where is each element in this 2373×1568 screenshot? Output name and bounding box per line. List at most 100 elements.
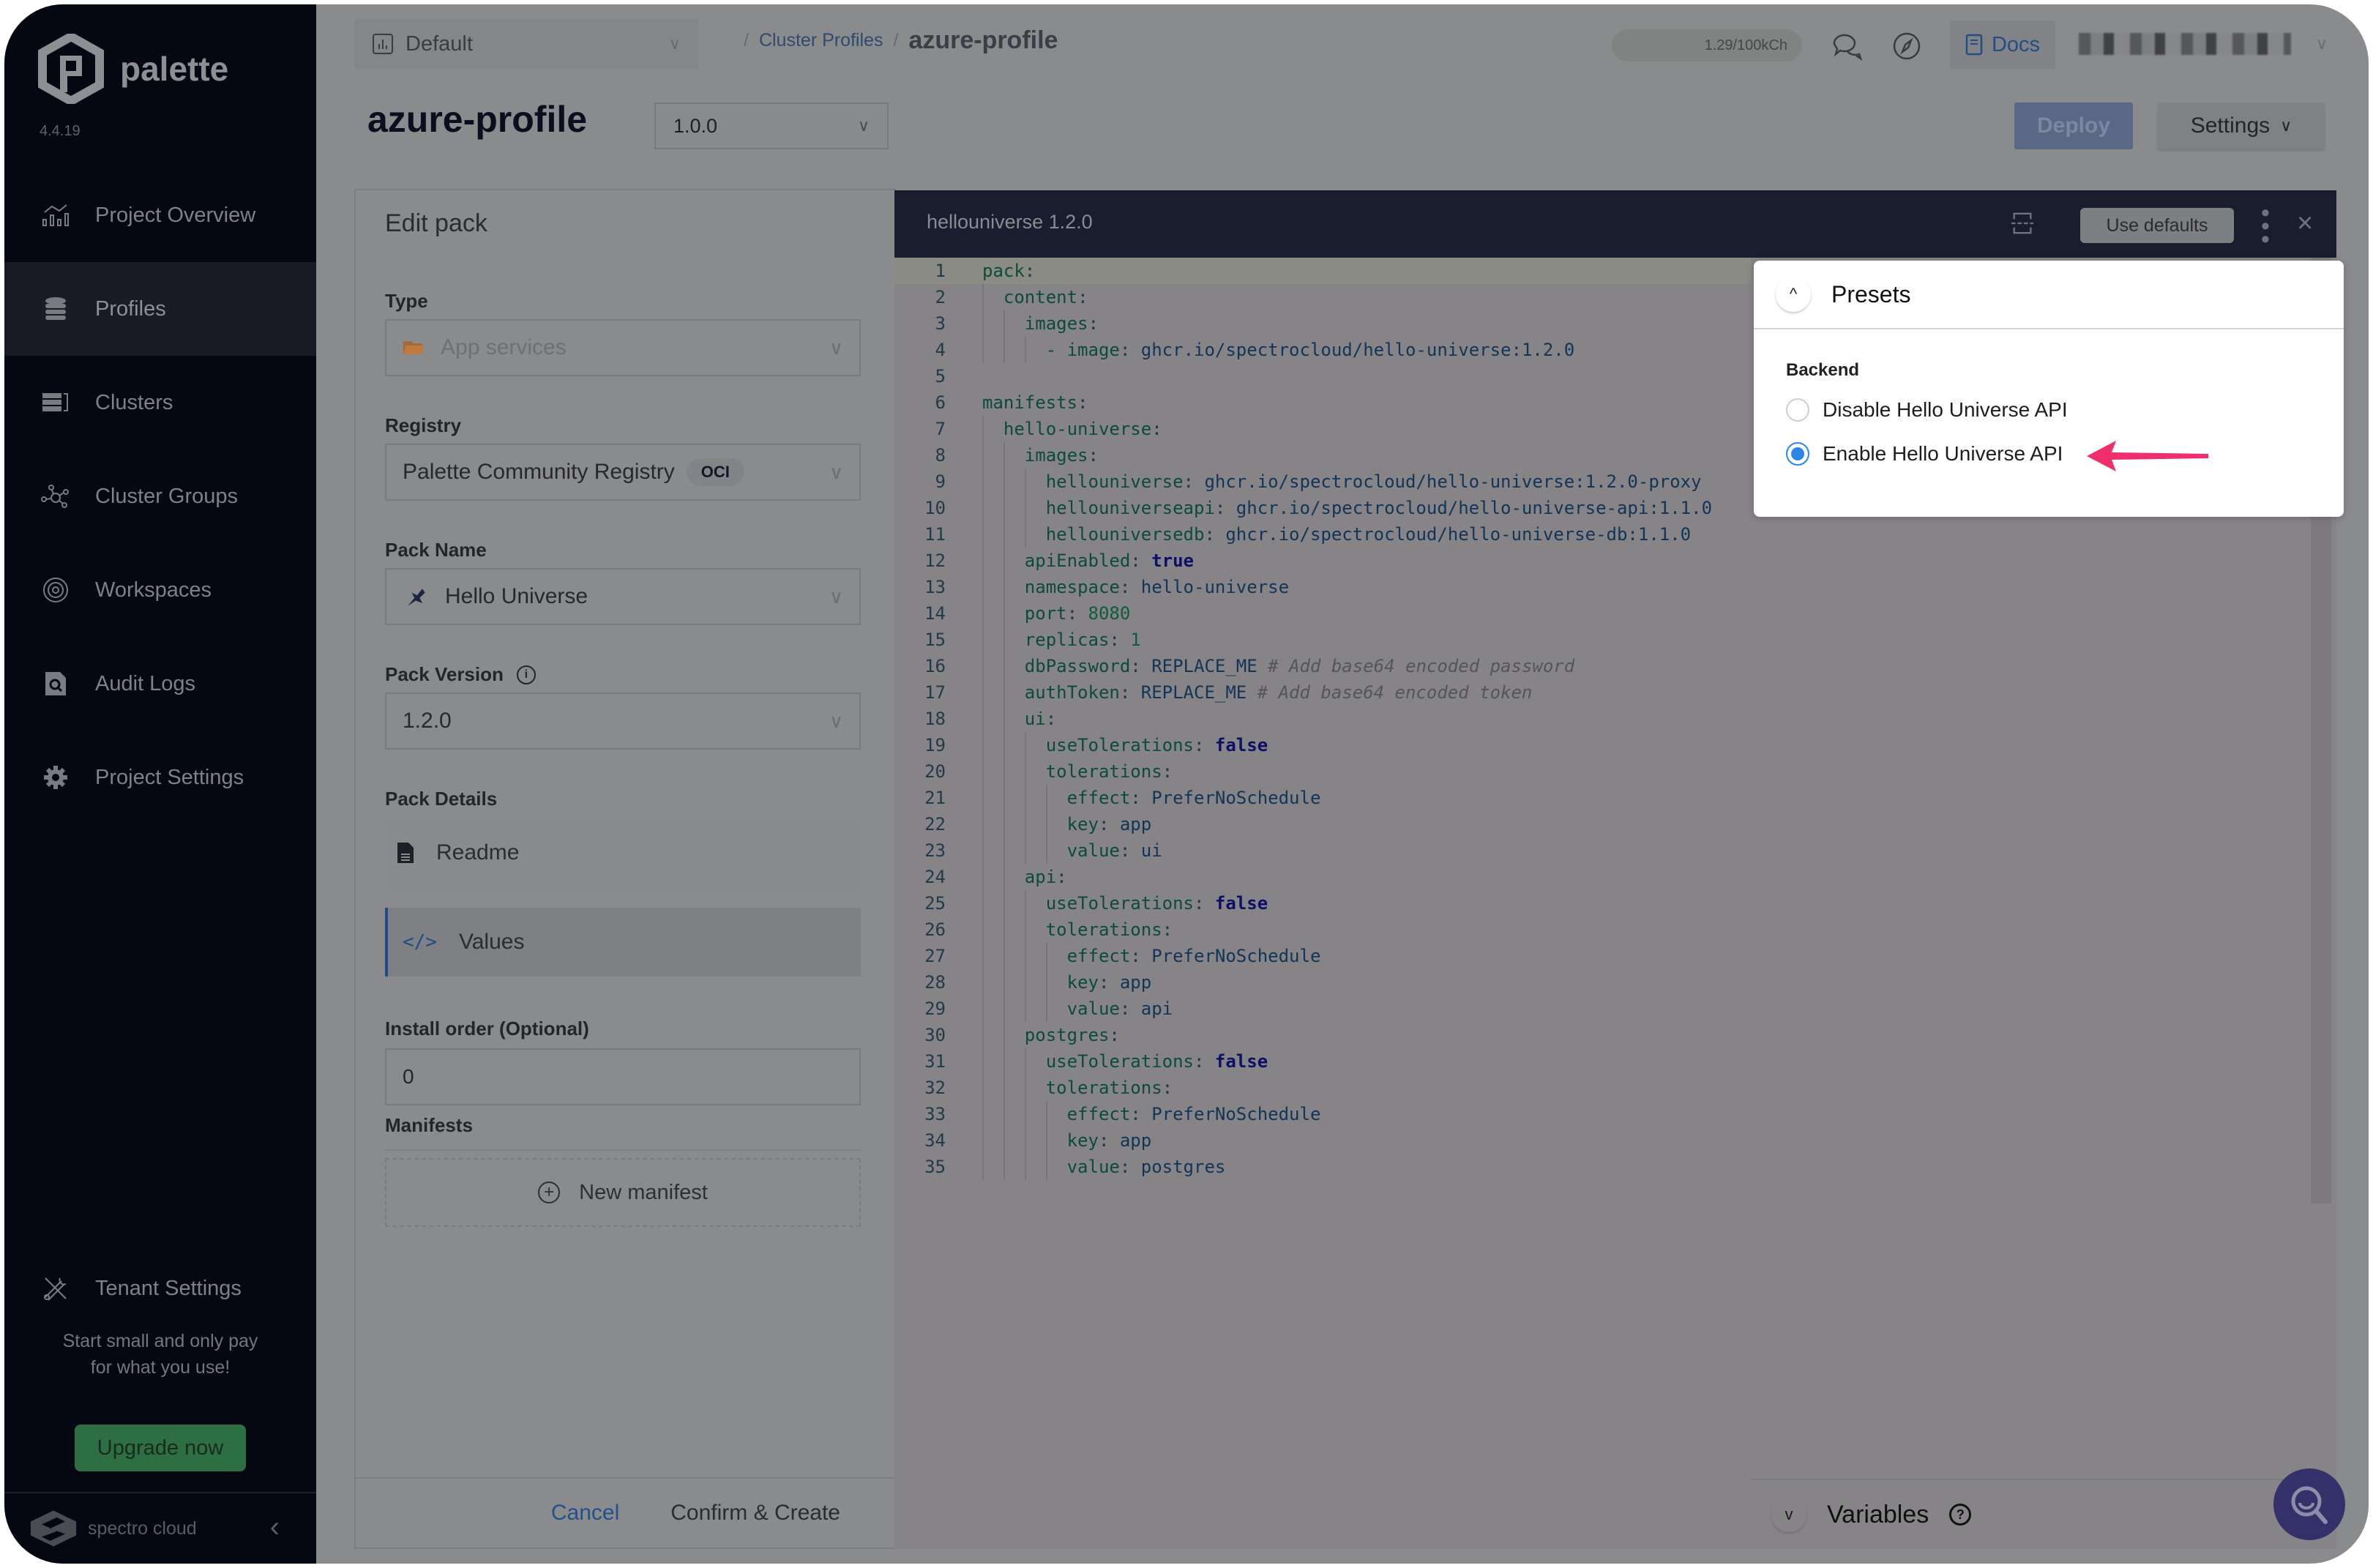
- code-line[interactable]: 25 useTolerations: false: [894, 890, 1751, 916]
- code-line[interactable]: 2 content:: [894, 284, 1751, 310]
- code-line[interactable]: 27 effect: PreferNoSchedule: [894, 943, 1751, 969]
- sidebar-item-cluster-groups[interactable]: Cluster Groups: [4, 449, 316, 543]
- deploy-button[interactable]: Deploy: [2014, 102, 2133, 149]
- line-number: 9: [935, 471, 946, 492]
- user-menu[interactable]: ∨: [2079, 23, 2342, 64]
- indent-guide: [1024, 890, 1026, 1022]
- code-icon: </>: [403, 931, 437, 953]
- usage-indicator[interactable]: 1.29/100kCh: [1612, 29, 1802, 61]
- oci-badge: OCI: [686, 458, 744, 486]
- code-line[interactable]: 24 api:: [894, 864, 1751, 890]
- code-line[interactable]: 21 effect: PreferNoSchedule: [894, 785, 1751, 811]
- sidebar-item-audit-logs[interactable]: Audit Logs: [4, 637, 316, 731]
- project-selector[interactable]: Default ∨: [354, 19, 698, 69]
- registry-select[interactable]: Palette Community Registry OCI ∨: [385, 444, 861, 501]
- code-line[interactable]: 29 value: api: [894, 996, 1751, 1022]
- radio-button[interactable]: [1786, 398, 1809, 422]
- code-line[interactable]: 6 manifests:: [894, 389, 1751, 416]
- sidebar-item-profiles[interactable]: Profiles: [4, 262, 316, 356]
- code-line[interactable]: 31 useTolerations: false: [894, 1048, 1751, 1075]
- code-line[interactable]: 1 pack:: [894, 258, 1751, 284]
- palette-logo[interactable]: palette: [38, 34, 228, 104]
- code-line[interactable]: 30 postgres:: [894, 1022, 1751, 1048]
- code-line[interactable]: 32 tolerations:: [894, 1075, 1751, 1101]
- sidebar-item-label: Workspaces: [95, 578, 212, 602]
- profile-version-select[interactable]: 1.0.0 ∨: [654, 102, 889, 149]
- line-number: 5: [935, 366, 946, 387]
- sidebar-item-project-settings[interactable]: Project Settings: [4, 731, 316, 824]
- line-text: images:: [1024, 313, 1099, 334]
- code-line[interactable]: 19 useTolerations: false: [894, 732, 1751, 758]
- project-icon: [373, 34, 393, 54]
- pack-name-label: Pack Name: [385, 539, 487, 561]
- install-order-input[interactable]: 0: [385, 1048, 861, 1105]
- code-line[interactable]: 23 value: ui: [894, 837, 1751, 864]
- sidebar-item-tenant-settings[interactable]: Tenant Settings: [4, 1242, 316, 1335]
- radio-enable-api[interactable]: Enable Hello Universe API: [1786, 442, 2063, 466]
- more-vertical-icon[interactable]: • • •: [2260, 201, 2271, 252]
- code-line[interactable]: 28 key: app: [894, 969, 1751, 996]
- line-text: authToken: REPLACE_ME # Add base64 encod…: [1024, 682, 1533, 703]
- breadcrumb-cluster-profiles[interactable]: Cluster Profiles: [759, 30, 883, 51]
- line-number: 13: [924, 577, 946, 597]
- new-manifest-button[interactable]: + New manifest: [385, 1158, 861, 1227]
- radio-button-checked[interactable]: [1786, 442, 1809, 466]
- sidebar-item-workspaces[interactable]: Workspaces: [4, 543, 316, 637]
- code-line[interactable]: 13 namespace: hello-universe: [894, 574, 1751, 600]
- code-line[interactable]: 17 authToken: REPLACE_ME # Add base64 en…: [894, 679, 1751, 706]
- code-line[interactable]: 20 tolerations:: [894, 758, 1751, 785]
- code-line[interactable]: 33 effect: PreferNoSchedule: [894, 1101, 1751, 1127]
- code-line[interactable]: 34 key: app: [894, 1127, 1751, 1154]
- sidebar-item-clusters[interactable]: Clusters: [4, 356, 316, 449]
- pack-name-select[interactable]: Hello Universe ∨: [385, 568, 861, 625]
- code-line[interactable]: 4 - image: ghcr.io/spectrocloud/hello-un…: [894, 337, 1751, 363]
- code-line[interactable]: 3 images:: [894, 310, 1751, 337]
- chat-bubbles-icon[interactable]: [1830, 29, 1864, 63]
- yaml-key: ui: [1024, 709, 1046, 729]
- confirm-create-button[interactable]: Confirm & Create: [670, 1501, 840, 1526]
- code-line[interactable]: 26 tolerations:: [894, 916, 1751, 943]
- code-line[interactable]: 9 hellouniverse: ghcr.io/spectrocloud/he…: [894, 468, 1751, 495]
- sidebar-item-project-overview[interactable]: Project Overview: [4, 168, 316, 262]
- info-icon[interactable]: i: [516, 665, 536, 684]
- code-line[interactable]: 5: [894, 363, 1751, 389]
- sidebar-tenant-section: Tenant Settings: [4, 1242, 316, 1335]
- code-line[interactable]: 12 apiEnabled: true: [894, 548, 1751, 574]
- yaml-value: app: [1119, 814, 1152, 835]
- line-text: tolerations:: [1045, 919, 1173, 940]
- pack-detail-readme[interactable]: Readme: [385, 818, 861, 887]
- pack-detail-values[interactable]: </> Values: [385, 908, 861, 977]
- yaml-key: api: [1024, 867, 1057, 887]
- code-line[interactable]: 22 key: app: [894, 811, 1751, 837]
- compass-icon[interactable]: [1890, 29, 1924, 63]
- code-line[interactable]: 15 replicas: 1: [894, 627, 1751, 653]
- sidebar-item-label: Profiles: [95, 296, 166, 321]
- pack-version-select[interactable]: 1.2.0 ∨: [385, 692, 861, 750]
- yaml-value: false: [1214, 1051, 1268, 1072]
- help-icon[interactable]: ?: [1949, 1504, 1972, 1526]
- code-line[interactable]: 8 images:: [894, 442, 1751, 468]
- line-number: 29: [924, 998, 946, 1019]
- code-line[interactable]: 11 hellouniversedb: ghcr.io/spectrocloud…: [894, 521, 1751, 548]
- code-line[interactable]: 18 ui:: [894, 706, 1751, 732]
- settings-button[interactable]: Settings ∨: [2158, 102, 2325, 149]
- sidebar-item-label: Project Settings: [95, 765, 244, 789]
- cancel-button[interactable]: Cancel: [551, 1501, 619, 1526]
- radio-disable-api[interactable]: Disable Hello Universe API: [1786, 398, 2068, 422]
- code-line[interactable]: 7 hello-universe:: [894, 416, 1751, 442]
- collapse-presets-chevron-up-icon[interactable]: ^: [1776, 277, 1811, 312]
- yaml-code-area[interactable]: 1 pack: 2 content: 3 images: 4 - image: ghcr…: [894, 258, 1751, 1180]
- upgrade-now-button[interactable]: Upgrade now: [75, 1425, 246, 1471]
- code-line[interactable]: 16 dbPassword: REPLACE_ME # Add base64 e…: [894, 653, 1751, 679]
- close-icon[interactable]: ×: [2297, 208, 2313, 239]
- expand-variables-chevron-down-icon[interactable]: v: [1771, 1497, 1806, 1532]
- docs-button[interactable]: Docs: [1950, 20, 2055, 69]
- use-defaults-button[interactable]: Use defaults: [2080, 208, 2234, 243]
- support-search-button[interactable]: [2273, 1468, 2345, 1540]
- type-select[interactable]: App services ∨: [385, 319, 861, 376]
- code-line[interactable]: 35 value: postgres: [894, 1154, 1751, 1180]
- diff-compare-icon[interactable]: [2010, 209, 2035, 241]
- code-line[interactable]: 10 hellouniverseapi: ghcr.io/spectroclou…: [894, 495, 1751, 521]
- code-line[interactable]: 14 port: 8080: [894, 600, 1751, 627]
- collapse-sidebar-icon[interactable]: ‹: [270, 1511, 280, 1544]
